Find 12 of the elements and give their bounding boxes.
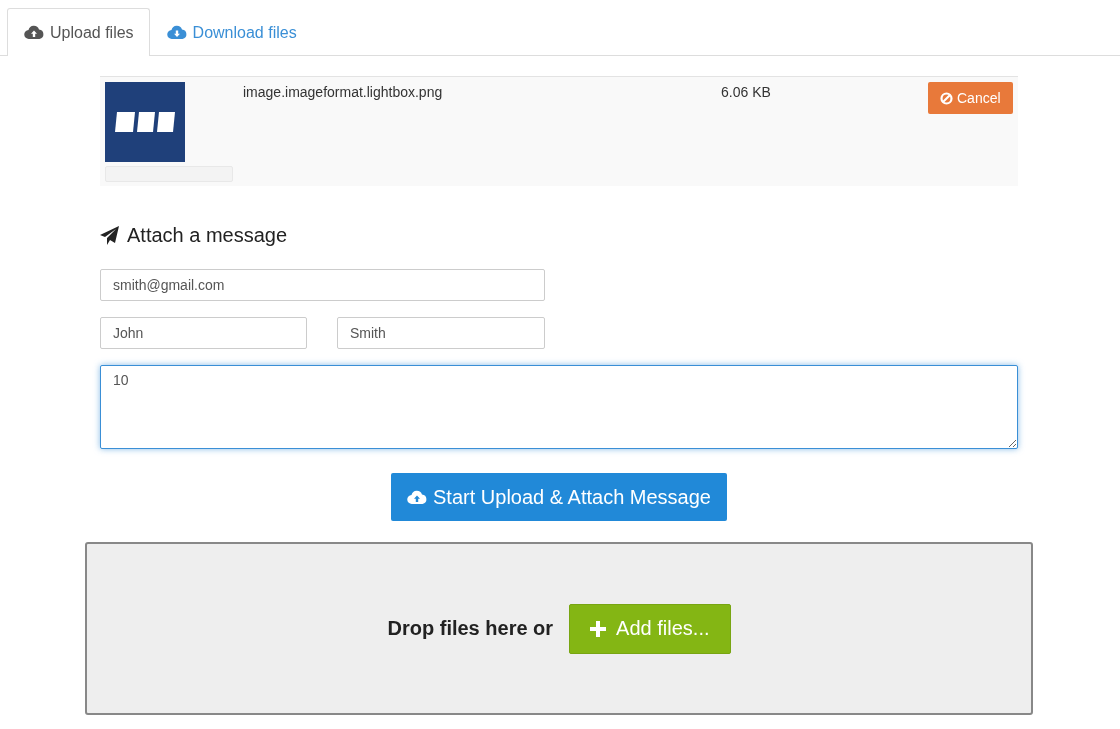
tab[interactable]: Download files	[149, 8, 313, 56]
dropzone[interactable]: Drop files here or Add files...	[85, 542, 1033, 715]
file-size: 6.06 KB	[721, 84, 772, 102]
first-name-field[interactable]: John	[100, 317, 307, 349]
start-upload-button[interactable]: Start Upload & Attach Message	[391, 473, 727, 521]
dropzone-text: Drop files here or	[387, 617, 554, 640]
email-field[interactable]: smith@gmail.com	[100, 269, 545, 301]
tab[interactable]: Upload files	[7, 8, 150, 56]
message-field[interactable]: 10	[100, 365, 1018, 449]
file-name: image.imageformat.lightbox.png	[243, 84, 444, 102]
section-heading: Attach a message	[127, 224, 288, 247]
last-name-field[interactable]: Smith	[337, 317, 545, 349]
